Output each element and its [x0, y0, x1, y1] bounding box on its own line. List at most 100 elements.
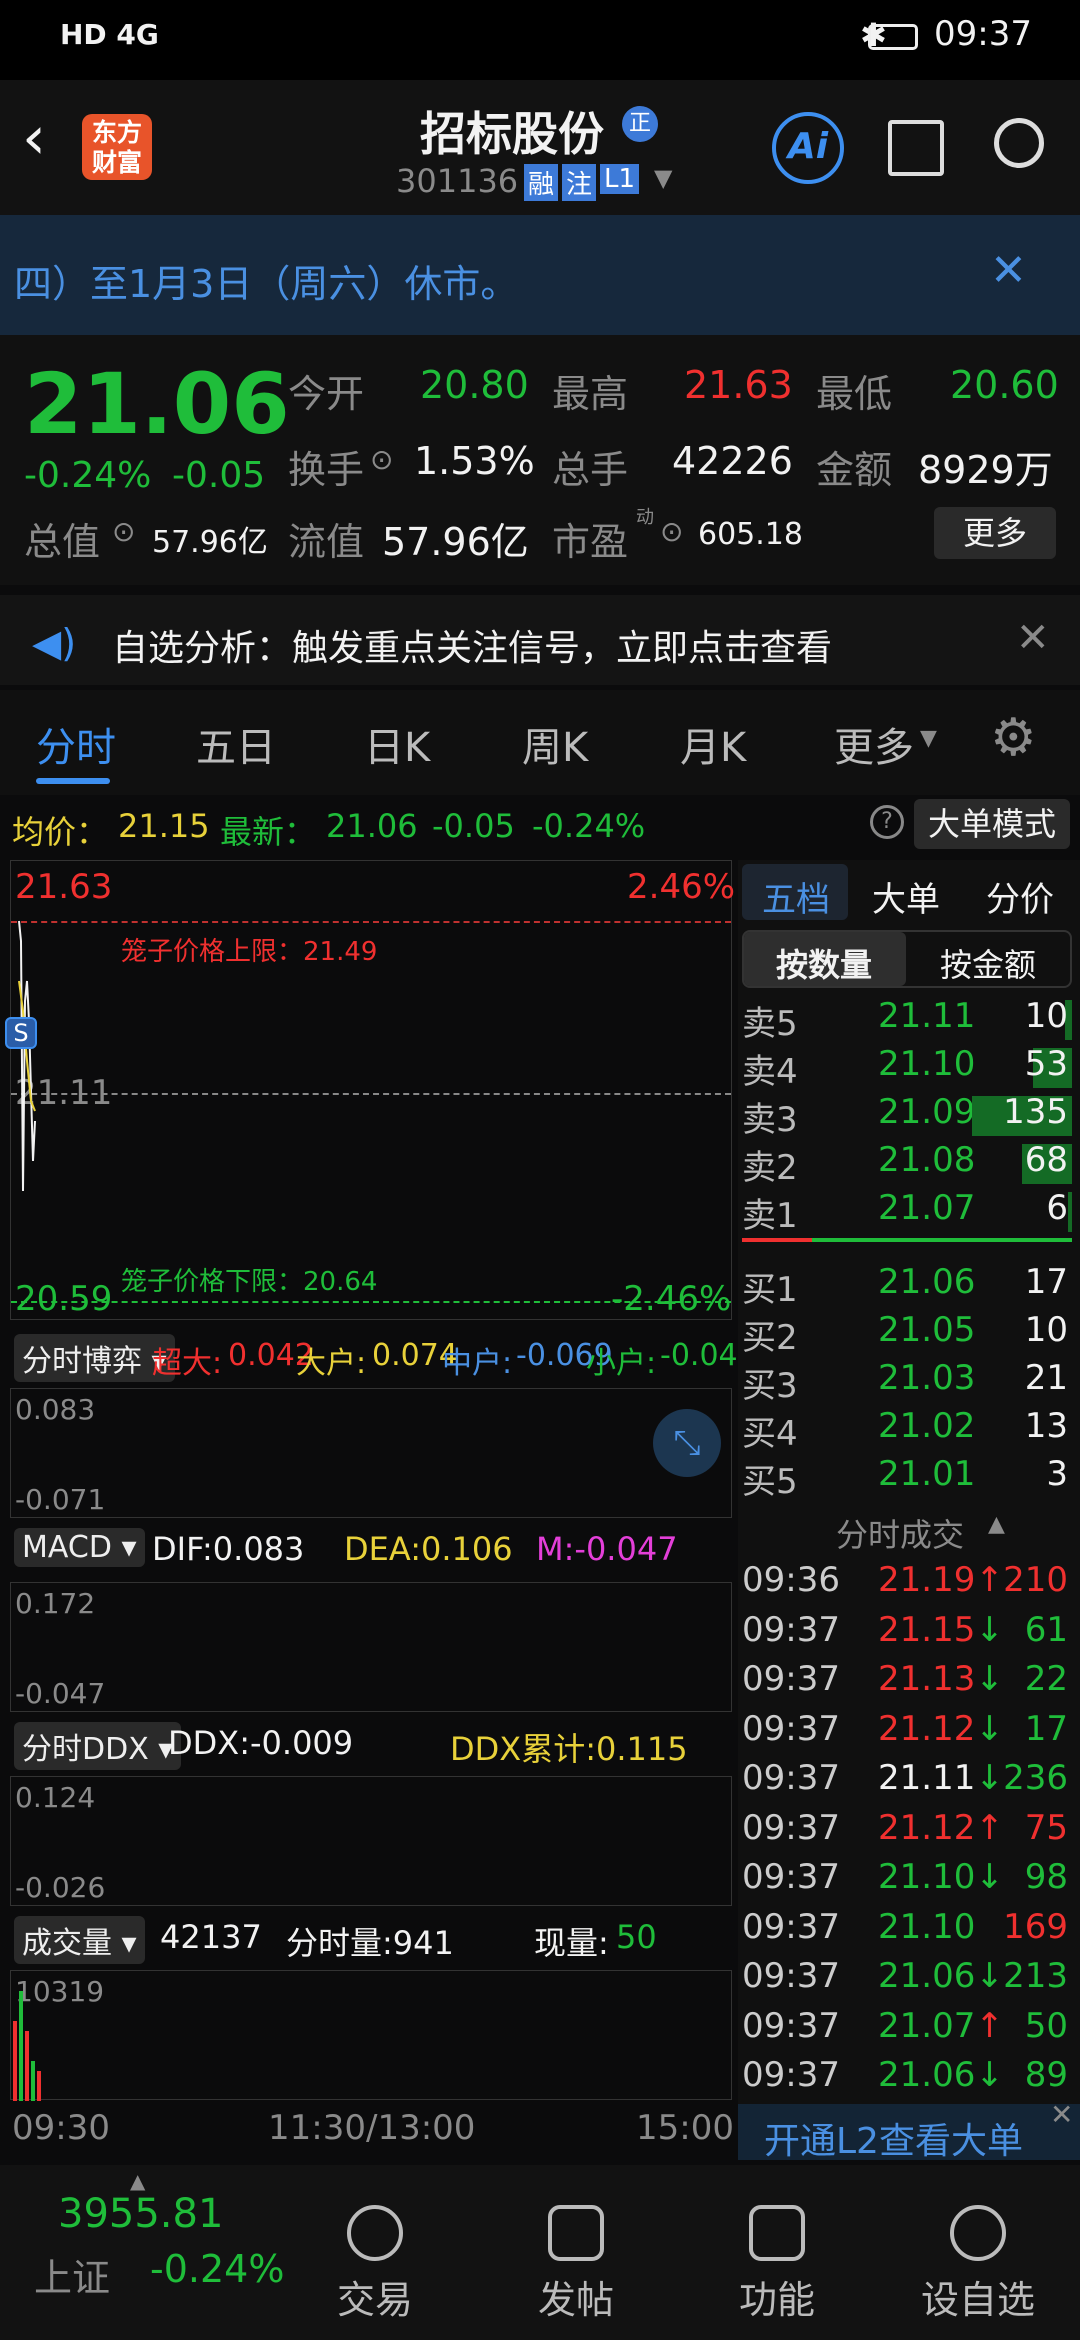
analysis-banner[interactable]: ◀) 自选分析：触发重点关注信号，立即点击查看 ✕ — [0, 585, 1080, 685]
sub-tab-by-amount[interactable]: 按金额 — [940, 940, 1036, 986]
chevron-down-icon: ▼ — [920, 726, 937, 751]
low-label: 最低 — [816, 372, 893, 416]
gear-icon[interactable]: ⚙ — [990, 708, 1037, 768]
level-label: 买1 — [742, 1270, 798, 1310]
ask-row[interactable]: 卖1 21.07 6 — [742, 1188, 1072, 1236]
trade-price: 21.06↓ — [878, 2055, 1004, 2095]
index-name[interactable]: 上证 — [34, 2247, 110, 2302]
trade-time: 09:37 — [742, 1956, 840, 1996]
trade-row: 09:37 21.11↓ 236 — [742, 1758, 1072, 1807]
share-icon[interactable] — [888, 120, 944, 176]
trade-time: 09:37 — [742, 1807, 840, 1848]
more-dots-icon — [950, 2205, 1006, 2261]
level-badge[interactable]: L1 — [600, 164, 640, 194]
chevron-up-icon[interactable]: ▲ — [988, 1512, 1005, 1537]
macd-bottom-value: -0.047 — [15, 1677, 106, 1710]
ask-row[interactable]: 卖4 21.10 53 — [742, 1044, 1072, 1092]
ask-row[interactable]: 卖3 21.09 135 — [742, 1092, 1072, 1140]
ask-row[interactable]: 卖5 21.11 10 — [742, 996, 1072, 1044]
trade-price: 21.07↑ — [878, 2005, 1004, 2046]
trade-row: 09:37 21.12↑ 75 — [742, 1808, 1072, 1857]
help-icon[interactable]: ? — [870, 805, 904, 839]
level-price: 21.10 — [878, 1044, 976, 1084]
macd-chart: 0.172 -0.047 — [10, 1582, 732, 1712]
trade-volume: 213 — [1003, 1956, 1068, 1996]
volume-panel-header: 成交量 ▾ 42137 分时量:941 现量: 50 — [10, 1910, 732, 1966]
info-icon[interactable]: ⊙ — [112, 515, 135, 548]
trade-volume: 22 — [1024, 1659, 1068, 1699]
intraday-chart[interactable]: 21.63 2.46% 笼子价格上限：21.49 21.11 笼子价格下限：20… — [5, 860, 736, 1320]
bid-row[interactable]: 买3 21.03 21 — [742, 1358, 1072, 1406]
chevron-down-icon[interactable]: ▼ — [654, 164, 672, 192]
macd-indicator-select[interactable]: MACD ▾ — [14, 1528, 145, 1567]
l2-upgrade-banner[interactable]: 开通L2查看大单 ✕ — [738, 2098, 1080, 2162]
yen-icon — [347, 2205, 403, 2261]
level-price: 21.11 — [878, 996, 976, 1036]
info-icon[interactable]: ⊙ — [660, 515, 683, 548]
close-icon[interactable]: ✕ — [990, 245, 1027, 296]
tab-five-levels[interactable]: 五档 — [762, 872, 830, 921]
expand-icon[interactable]: ⤡ — [653, 1409, 721, 1477]
trade-row: 09:37 21.07↑ 50 — [742, 2006, 1072, 2055]
signal-marker-icon[interactable]: S — [5, 1017, 37, 1049]
tab-five-day[interactable]: 五日 — [196, 715, 276, 773]
close-icon[interactable]: ✕ — [1016, 615, 1050, 661]
avg-value: 21.15 — [118, 807, 210, 845]
nav-post-label: 发帖 — [537, 2278, 614, 2322]
back-icon[interactable]: ‹ — [22, 108, 46, 168]
chevron-up-icon[interactable]: ▲ — [130, 2169, 145, 2193]
level-qty: 135 — [1003, 1092, 1068, 1132]
tab-price-dist[interactable]: 分价 — [986, 872, 1054, 921]
tab-weekly-k[interactable]: 周K — [522, 715, 588, 773]
trade-time: 09:37 — [742, 1758, 840, 1798]
float-label: 流值 — [288, 520, 365, 564]
trade-time: 09:37 — [742, 1857, 840, 1897]
game-indicator-select[interactable]: 分时博弈 ▾ — [14, 1334, 175, 1382]
pe-label: 市盈 — [552, 520, 629, 564]
ddx-top-value: 0.124 — [15, 1781, 96, 1814]
large-label: 大户: — [296, 1346, 367, 1381]
network-indicator: HD 4G — [60, 18, 159, 51]
margin-badge: 融 — [524, 164, 559, 201]
nav-functions[interactable]: 功能 — [707, 2205, 847, 2324]
high-label: 最高 — [552, 372, 629, 416]
close-icon[interactable]: ✕ — [1050, 2098, 1073, 2131]
nav-post[interactable]: 发帖 — [506, 2205, 646, 2324]
tab-intraday[interactable]: 分时 — [36, 715, 116, 773]
volume-bars — [13, 1991, 41, 2101]
ask-row[interactable]: 卖2 21.08 68 — [742, 1140, 1072, 1188]
tab-monthly-k[interactable]: 月K — [680, 715, 746, 773]
tab-more[interactable]: 更多 — [834, 715, 914, 773]
bid-row[interactable]: 买4 21.02 13 — [742, 1406, 1072, 1454]
sub-tab-by-qty[interactable]: 按数量 — [776, 940, 872, 986]
last-value: 21.06 — [326, 807, 418, 845]
bid-row[interactable]: 买5 21.01 3 — [742, 1454, 1072, 1502]
market-notice[interactable]: 四）至1月3日（周六）休市。 ✕ — [0, 215, 1080, 335]
more-button[interactable]: 更多 — [934, 507, 1056, 559]
level-price: 21.07 — [878, 1188, 976, 1228]
game-bottom-value: -0.071 — [15, 1483, 106, 1516]
tab-big-orders[interactable]: 大单 — [872, 872, 940, 921]
ai-assistant-button[interactable]: Ai — [772, 112, 844, 184]
search-icon[interactable] — [994, 118, 1044, 168]
time-axis-end: 15:00 — [636, 2108, 734, 2148]
pct-high-label: 2.46% — [627, 867, 736, 907]
trade-volume: 50 — [1024, 2005, 1068, 2046]
bid-row[interactable]: 买1 21.06 17 — [742, 1262, 1072, 1310]
last-percent: -0.24% — [532, 807, 646, 845]
nav-add-watchlist[interactable]: 设自选 — [908, 2205, 1048, 2324]
pct-low-label: -2.46% — [611, 1279, 732, 1319]
nav-trade-label: 交易 — [336, 2278, 413, 2322]
ddx-indicator-select[interactable]: 分时DDX ▾ — [14, 1722, 182, 1770]
mktcap-label: 总值 — [24, 520, 101, 564]
info-icon[interactable]: ⊙ — [370, 443, 393, 476]
bottom-nav: ▲ 3955.81 上证 -0.24% 交易 发帖 功能 设自选 — [0, 2165, 1080, 2340]
current-volume-value: 50 — [616, 1918, 657, 1956]
tab-daily-k[interactable]: 日K — [364, 715, 430, 773]
index-percent[interactable]: -0.24% — [150, 2247, 284, 2291]
big-order-mode-button[interactable]: 大单模式 — [914, 799, 1070, 849]
nav-trade[interactable]: 交易 — [305, 2205, 445, 2324]
bid-row[interactable]: 买2 21.05 10 — [742, 1310, 1072, 1358]
volume-indicator-select[interactable]: 成交量 ▾ — [14, 1916, 145, 1964]
index-value[interactable]: 3955.81 — [58, 2191, 223, 2237]
